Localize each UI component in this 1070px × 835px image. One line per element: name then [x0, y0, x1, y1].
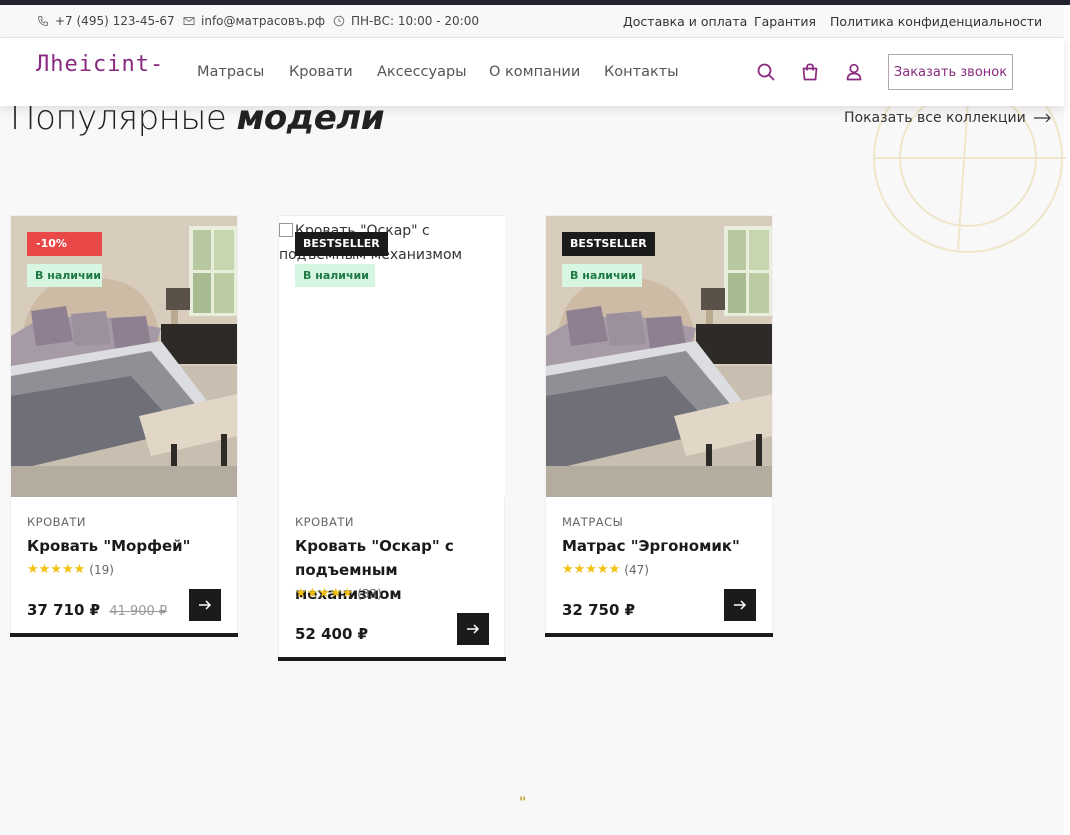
mail-icon — [183, 17, 195, 25]
product-price-row: 32 750 ₽ — [562, 601, 635, 619]
broken-image-icon — [279, 223, 293, 237]
card-bottom-border — [278, 657, 506, 661]
link-warranty[interactable]: Гарантия — [754, 14, 816, 29]
star-rating-icon: ★★★★★ — [27, 562, 86, 577]
topbar-email-text: info@матрасовъ.рф — [201, 14, 326, 28]
topbar-phone[interactable]: +7 (495) 123-45-67 — [37, 14, 175, 28]
product-price: 52 400 ₽ — [295, 625, 369, 643]
arrow-right-icon — [467, 624, 480, 634]
show-all-label: Показать все коллекции — [844, 110, 1026, 126]
product-old-price: 41 900 ₽ — [109, 604, 168, 619]
nav-mattresses[interactable]: Матрасы — [197, 64, 264, 80]
product-image[interactable] — [11, 216, 237, 497]
product-open-button[interactable] — [457, 613, 489, 645]
phone-icon — [37, 16, 48, 27]
product-rating: ★★★★★ (19) — [27, 562, 114, 577]
topbar-phone-text: +7 (495) 123-45-67 — [55, 14, 175, 28]
product-category: КРОВАТИ — [27, 515, 87, 529]
product-name[interactable]: Кровать "Морфей" — [27, 534, 227, 558]
search-icon[interactable] — [756, 62, 776, 82]
product-price-row: 37 710 ₽ 41 900 ₽ — [27, 601, 167, 619]
topbar-email[interactable]: info@матрасовъ.рф — [183, 14, 325, 28]
review-count: (47) — [624, 562, 649, 577]
arrow-right-icon — [734, 600, 747, 610]
link-privacy[interactable]: Политика конфиденциальности — [830, 14, 1042, 29]
product-price: 37 710 ₽ — [27, 601, 101, 619]
product-rating: ★★★★★ (33) — [295, 586, 382, 601]
link-delivery[interactable]: Доставка и оплата — [623, 14, 747, 29]
bestseller-badge: BESTSELLER — [562, 232, 655, 256]
nav-about[interactable]: О компании — [489, 64, 580, 80]
product-image[interactable] — [546, 216, 772, 497]
in-stock-badge: В наличии — [295, 264, 375, 287]
topbar-hours-text: ПН-ВС: 10:00 - 20:00 — [351, 14, 479, 28]
nav-contacts[interactable]: Контакты — [604, 64, 679, 80]
product-open-button[interactable] — [724, 589, 756, 621]
bed-photo — [11, 216, 237, 497]
product-open-button[interactable] — [189, 589, 221, 621]
in-stock-badge: В наличии — [562, 264, 642, 287]
product-card[interactable]: BESTSELLER В наличии МАТРАСЫ Матрас "Эрг… — [545, 215, 773, 637]
review-count: (19) — [89, 562, 114, 577]
bed-photo — [546, 216, 772, 497]
quote-mark-icon: " — [519, 795, 527, 811]
order-call-button[interactable]: Заказать звонок — [888, 54, 1013, 90]
card-bottom-border — [545, 633, 773, 637]
product-image[interactable]: Кровать "Оскар" с подъемным механизмом — [279, 216, 505, 497]
discount-badge: -10% — [27, 232, 102, 256]
arrow-right-icon — [199, 600, 212, 610]
product-card[interactable]: -10% В наличии КРОВАТИ Кровать "Морфей" … — [10, 215, 238, 637]
product-name[interactable]: Матрас "Эргономик" — [562, 534, 762, 558]
nav-accessories[interactable]: Аксессуары — [377, 64, 467, 80]
card-bottom-border — [10, 633, 238, 637]
product-category: КРОВАТИ — [295, 515, 355, 529]
product-price: 32 750 ₽ — [562, 601, 636, 619]
product-category: МАТРАСЫ — [562, 515, 624, 529]
main-header: Лhеicint- Матрасы Кровати Аксессуары О к… — [0, 38, 1064, 106]
topbar: +7 (495) 123-45-67 info@матрасовъ.рф ПН-… — [0, 5, 1064, 38]
user-icon[interactable] — [844, 62, 864, 82]
product-card[interactable]: Кровать "Оскар" с подъемным механизмом B… — [278, 215, 506, 661]
topbar-hours: ПН-ВС: 10:00 - 20:00 — [333, 14, 479, 28]
product-price-row: 52 400 ₽ — [295, 625, 368, 643]
arrow-right-icon — [1033, 113, 1051, 123]
show-all-collections-link[interactable]: Показать все коллекции — [844, 110, 1052, 126]
cart-icon[interactable] — [800, 62, 820, 82]
bestseller-badge: BESTSELLER — [295, 232, 388, 256]
clock-icon — [333, 15, 345, 27]
nav-beds[interactable]: Кровати — [289, 64, 353, 80]
review-count: (33) — [357, 586, 382, 601]
star-rating-icon: ★★★★★ — [562, 562, 621, 577]
in-stock-badge: В наличии — [27, 264, 102, 287]
product-rating: ★★★★★ (47) — [562, 562, 649, 577]
star-rating-icon: ★★★★★ — [295, 586, 354, 601]
logo[interactable]: Лhеicint- — [36, 52, 164, 77]
